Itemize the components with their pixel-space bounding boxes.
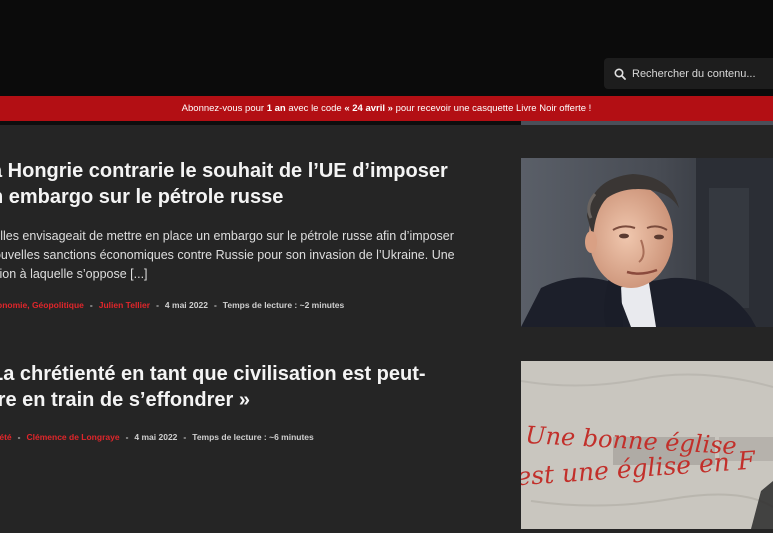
- article-meta: iété-Clémence de Longraye-4 mai 2022-Tem…: [0, 432, 314, 442]
- promo-banner[interactable]: Abonnez-vous pour 1 an avec le code « 24…: [0, 96, 773, 121]
- excerpt-line: nouvelles sanctions économiques contre R…: [0, 248, 455, 262]
- article-thumbnail[interactable]: Une bonne église est une église en F: [521, 361, 773, 529]
- promo-text: avec le code: [285, 103, 345, 114]
- title-line: La chrétienté en tant que civilisation e…: [0, 363, 426, 385]
- promo-text: pour recevoir une casquette Livre Noir o…: [392, 103, 592, 114]
- image-edge: [521, 121, 773, 125]
- article-categories[interactable]: onomie, Géopolitique: [0, 300, 84, 310]
- promo-duration: 1 an: [266, 103, 286, 114]
- title-line: tre en train de s’effondrer »: [0, 389, 250, 411]
- excerpt-line: xelles envisageait de mettre en place un…: [0, 229, 454, 243]
- search-box[interactable]: [604, 58, 773, 89]
- search-input[interactable]: [632, 67, 767, 80]
- article-thumbnail[interactable]: [521, 158, 773, 327]
- article-meta: onomie, Géopolitique - Julien Tellier -4 ma…: [0, 300, 344, 310]
- graffiti-photo: Une bonne église est une église en F: [521, 361, 773, 529]
- article-categories[interactable]: iété: [0, 432, 12, 442]
- title-line: n embargo sur le pétrole russe: [0, 186, 284, 208]
- article-title[interactable]: La chrétienté en tant que civilisation e…: [0, 361, 491, 413]
- search-icon: [614, 67, 626, 80]
- article-author[interactable]: Julien Tellier: [99, 300, 150, 310]
- article-author[interactable]: Clémence de Longraye: [27, 432, 120, 442]
- article-title[interactable]: a Hongrie contrarie le souhait de l’UE d…: [0, 158, 491, 210]
- excerpt-line: tision à laquelle s’oppose [...]: [0, 267, 148, 281]
- promo-text: Abonnez-vous pour: [181, 103, 267, 114]
- site-header: [0, 0, 773, 96]
- portrait-photo: [521, 158, 773, 327]
- title-line: a Hongrie contrarie le souhait de l’UE d…: [0, 160, 448, 182]
- article-excerpt: xelles envisageait de mettre en place un…: [0, 227, 487, 284]
- article-read-time: Temps de lecture : ~2 minutes: [222, 300, 345, 310]
- article-read-time: Temps de lecture : ~6 minutes: [192, 432, 314, 442]
- article-date: 4 mai 2022: [164, 300, 208, 310]
- promo-code: « 24 avril »: [344, 103, 393, 114]
- divider: [0, 121, 773, 125]
- article-date: 4 mai 2022: [134, 432, 178, 442]
